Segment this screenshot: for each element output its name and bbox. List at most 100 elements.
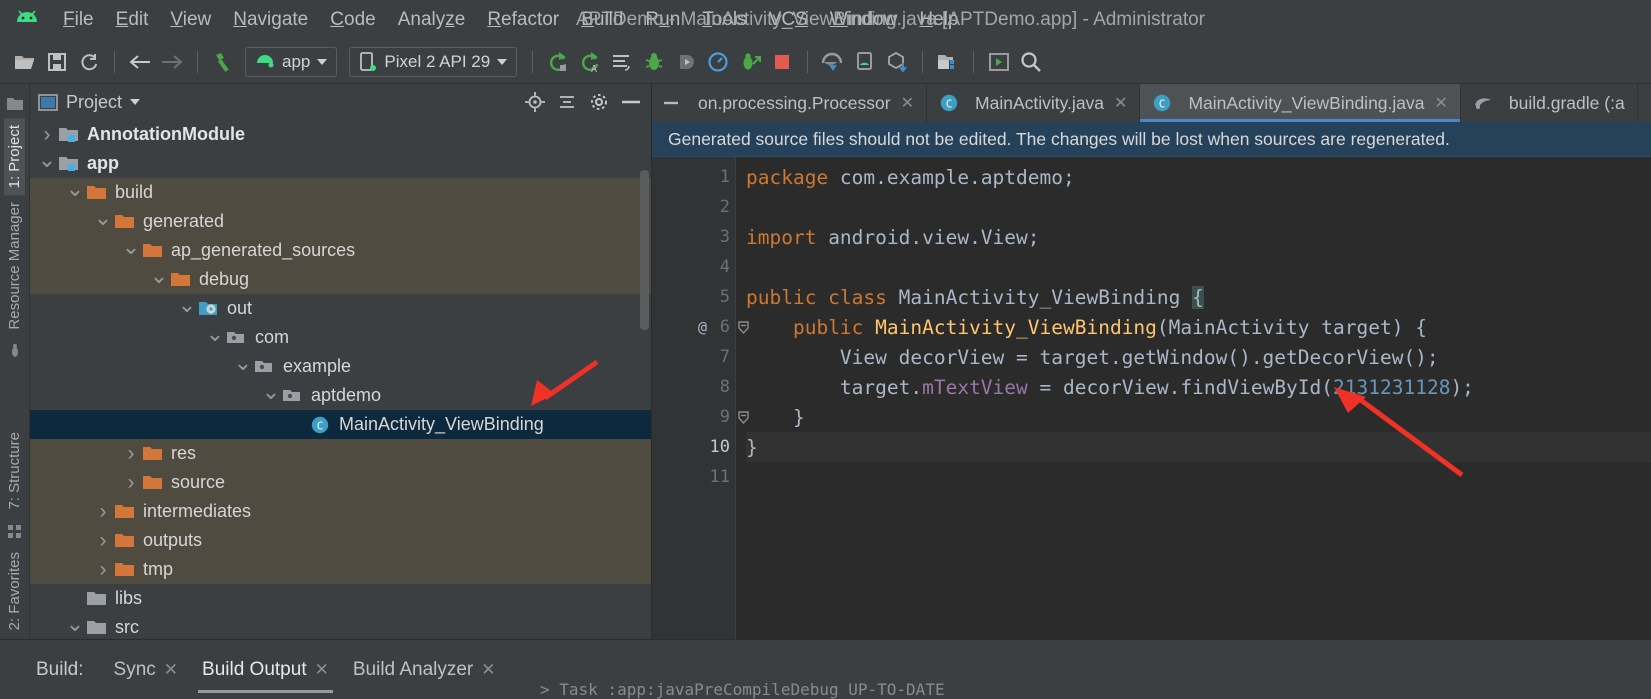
tree-node-res[interactable]: › res: [30, 439, 651, 468]
annotation-marker-icon[interactable]: @: [698, 318, 707, 336]
menu-window[interactable]: Window: [819, 6, 909, 34]
close-icon[interactable]: ✕: [1435, 93, 1448, 113]
code-editor[interactable]: 1 2 3 4 5 @6 7 8 9 10 11 package com.example.aptde…: [652, 157, 1651, 639]
tree-node-ap-generated-sources[interactable]: ⌄ ap_generated_sources: [30, 236, 651, 265]
navigate-forward-icon[interactable]: [157, 47, 187, 77]
attach-debugger-icon[interactable]: [671, 47, 701, 77]
chevron-down-icon[interactable]: ⌄: [64, 178, 86, 200]
chevron-down-icon[interactable]: ⌄: [260, 381, 282, 403]
tree-node-outputs[interactable]: › outputs: [30, 526, 651, 555]
close-icon[interactable]: ✕: [481, 660, 495, 680]
editor-tab-mainactivity-viewbinding-java[interactable]: C MainActivity_ViewBinding.java ✕: [1140, 84, 1461, 122]
chevron-down-icon[interactable]: ⌄: [232, 352, 254, 374]
chevron-down-icon[interactable]: ⌄: [120, 236, 142, 258]
menu-file[interactable]: FFileile: [52, 6, 105, 34]
code-content[interactable]: package com.example.aptdemo; import andr…: [736, 157, 1651, 639]
code-line-11[interactable]: [746, 462, 1651, 492]
menu-help[interactable]: Help: [908, 6, 969, 34]
tree-node-mainactivity-viewbinding[interactable]: C MainActivity_ViewBinding: [30, 410, 651, 439]
code-line-9[interactable]: }: [746, 402, 1651, 432]
profiler-icon[interactable]: [703, 47, 733, 77]
gradle-sync-icon[interactable]: [882, 47, 912, 77]
code-line-6[interactable]: public MainActivity_ViewBinding (MainActi…: [746, 312, 1651, 342]
chevron-down-icon[interactable]: ⌄: [204, 323, 226, 345]
debug-icon[interactable]: [639, 47, 669, 77]
ant-build-icon[interactable]: [7, 343, 23, 359]
chevron-down-icon[interactable]: ⌄: [148, 265, 170, 287]
close-icon[interactable]: ✕: [164, 660, 178, 680]
menu-view[interactable]: View: [159, 6, 222, 34]
code-line-7[interactable]: View decorView = target.getWindow().getD…: [746, 342, 1651, 372]
tree-node-app[interactable]: ⌄ app: [30, 149, 651, 178]
gutter-line-3[interactable]: 3: [652, 222, 736, 252]
chevron-down-icon-project[interactable]: [130, 99, 141, 105]
tree-node-annotationmodule[interactable]: › AnnotationModule: [30, 120, 651, 149]
build-tab-sync[interactable]: Sync ✕: [102, 653, 191, 687]
tree-scrollbar[interactable]: [640, 170, 649, 330]
grid-view-icon[interactable]: [7, 524, 22, 539]
editor-tab-mainactivity-java[interactable]: C MainActivity.java ✕: [927, 84, 1141, 122]
module-selector[interactable]: app: [245, 46, 338, 77]
run-with-coverage-icon[interactable]: [735, 47, 765, 77]
chevron-right-icon[interactable]: ›: [120, 471, 142, 495]
sdk-manager-icon[interactable]: [850, 47, 880, 77]
editor-tab-on-processing-processor[interactable]: on.processing.Processor ✕: [686, 84, 928, 122]
code-line-1[interactable]: package com.example.aptdemo;: [746, 162, 1651, 192]
tree-node-source[interactable]: › source: [30, 468, 651, 497]
menu-vcs[interactable]: VCS: [758, 6, 819, 34]
tab-collapse-icon[interactable]: [652, 84, 686, 122]
build-tab-build-analyzer[interactable]: Build Analyzer ✕: [341, 653, 508, 687]
gutter-line-2[interactable]: 2: [652, 192, 736, 222]
tree-node-build[interactable]: ⌄ build: [30, 178, 651, 207]
tree-node-aptdemo[interactable]: ⌄ aptdemo: [30, 381, 651, 410]
menu-refactor[interactable]: Refactor: [476, 6, 570, 34]
apply-changes-icon[interactable]: A: [575, 47, 605, 77]
code-line-5[interactable]: public class MainActivity_ViewBinding {: [746, 282, 1651, 312]
gutter-line-10[interactable]: 10: [652, 432, 736, 462]
close-icon[interactable]: ✕: [315, 660, 329, 680]
sidebar-item-project[interactable]: 1: Project: [4, 118, 25, 196]
gutter-line-6[interactable]: @6: [652, 312, 749, 342]
chevron-right-icon[interactable]: ›: [36, 123, 58, 147]
device-selector[interactable]: Pixel 2 API 29: [349, 46, 518, 77]
chevron-right-icon[interactable]: ›: [92, 500, 114, 524]
hide-panel-icon[interactable]: [619, 90, 643, 114]
locate-icon[interactable]: [523, 90, 547, 114]
editor-tab-build-gradle-a[interactable]: build.gradle (:a: [1461, 84, 1638, 122]
gutter-line-8[interactable]: 8: [652, 372, 736, 402]
search-everywhere-icon[interactable]: [1016, 47, 1046, 77]
menu-tools[interactable]: Tools: [691, 6, 757, 34]
code-line-4[interactable]: [746, 252, 1651, 282]
menu-analyze[interactable]: Analyze: [387, 6, 477, 34]
settings-gear-icon[interactable]: [587, 90, 611, 114]
tree-node-out[interactable]: ⌄ out: [30, 294, 651, 323]
tree-node-com[interactable]: ⌄ com: [30, 323, 651, 352]
menu-build[interactable]: Build: [570, 6, 634, 34]
collapse-all-icon[interactable]: [555, 90, 579, 114]
line-number-gutter[interactable]: 1 2 3 4 5 @6 7 8 9 10 11: [652, 157, 749, 639]
chevron-down-icon[interactable]: ⌄: [36, 149, 58, 171]
build-tab-build-output[interactable]: Build Output ✕: [190, 653, 341, 693]
code-line-8[interactable]: target. mTextView = decorView.findViewByI…: [746, 372, 1651, 402]
tree-node-tmp[interactable]: › tmp: [30, 555, 651, 584]
tree-node-libs[interactable]: libs: [30, 584, 651, 613]
save-all-icon[interactable]: [42, 47, 72, 77]
menu-code[interactable]: Code: [319, 6, 386, 34]
tree-node-src[interactable]: ⌄ src: [30, 613, 651, 639]
sidebar-item-structure[interactable]: 7: Structure: [4, 425, 25, 517]
gutter-line-5[interactable]: 5: [652, 282, 736, 312]
avd-manager-icon[interactable]: [818, 47, 848, 77]
tree-node-intermediates[interactable]: › intermediates: [30, 497, 651, 526]
menu-navigate[interactable]: Navigate: [222, 6, 319, 34]
chevron-right-icon[interactable]: ›: [92, 558, 114, 582]
gutter-line-1[interactable]: 1: [652, 162, 736, 192]
tree-node-debug[interactable]: ⌄ debug: [30, 265, 651, 294]
build-hammer-icon[interactable]: [208, 47, 238, 77]
gutter-line-4[interactable]: 4: [652, 252, 736, 282]
project-files-icon[interactable]: [6, 96, 24, 112]
gutter-line-7[interactable]: 7: [652, 342, 736, 372]
tree-node-example[interactable]: ⌄ example: [30, 352, 651, 381]
chevron-down-icon[interactable]: ⌄: [64, 613, 86, 635]
code-line-3[interactable]: import android.view.View;: [746, 222, 1651, 252]
run-icon[interactable]: [543, 47, 573, 77]
